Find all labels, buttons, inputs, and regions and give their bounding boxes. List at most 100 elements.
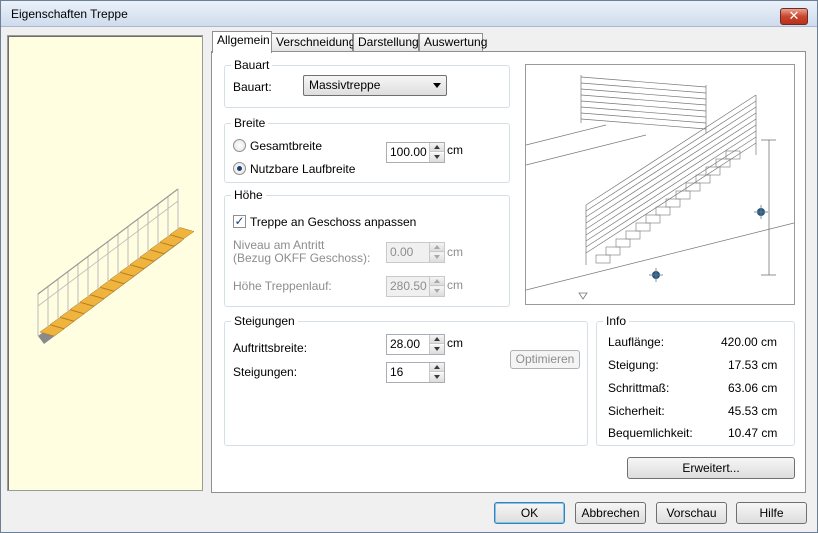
info-label: Sicherheit: [608,404,665,418]
level-triangle-icon [578,292,588,300]
lauf-label: Höhe Treppenlauf: [233,279,332,293]
abbrechen-button[interactable]: Abbrechen [575,502,646,524]
landing-rail [580,100,707,112]
info-label: Bequemlichkeit: [608,426,693,440]
auftritt-unit: cm [447,336,463,350]
radio-nutzbare-laufbreite[interactable] [233,162,246,175]
tab-verschneidung[interactable]: Verschneidung [271,33,356,52]
spin-down-button[interactable] [430,153,444,162]
breite-unit: cm [447,143,463,157]
niveau-unit: cm [447,245,463,259]
stair-step [625,230,641,240]
niveau-input[interactable]: 0.00 [386,242,445,263]
stair-step [595,254,611,264]
radio-gesamtbreite[interactable] [233,139,246,152]
breite-value: 100.00 [390,145,427,159]
tab-label: Allgemein [217,33,270,47]
spin-up-button[interactable] [430,335,444,344]
niveau-label-sub: (Bezug OKFF Geschoss): [233,251,371,265]
tab-label: Verschneidung [276,35,356,49]
spin-down-button[interactable] [430,253,444,262]
abbrechen-label: Abbrechen [581,506,640,520]
lauf-value: 280.50 [390,279,427,293]
optimieren-button[interactable]: Optimieren [510,350,580,369]
radio-nutzbare-laufbreite-label[interactable]: Nutzbare Laufbreite [250,162,355,176]
ok-label: OK [520,506,539,520]
group-steigungen: Steigungen Auftrittsbreite: 28.00 cm Ste… [224,314,588,446]
landing-rail [580,106,707,118]
landing-rail [580,94,707,106]
flight-rail [585,100,757,212]
bauart-dropdown[interactable]: Massivtreppe [303,75,447,96]
ok-button[interactable]: OK [494,502,565,524]
steigungen-count-label: Steigungen: [233,365,298,379]
info-value: 420.00 cm [721,335,778,349]
floor-line [525,222,795,291]
spin-up-button[interactable] [430,363,444,372]
close-icon: ✕ [788,8,800,23]
close-button[interactable]: ✕ [780,8,808,25]
stair-step [645,214,661,224]
group-label: Breite [231,116,269,130]
tab-darstellung[interactable]: Darstellung [353,33,419,52]
steigungen-count-input[interactable]: 16 [386,362,445,383]
optimieren-label: Optimieren [515,352,575,366]
erweitert-button[interactable]: Erweitert... [627,457,795,479]
lauf-unit: cm [447,278,463,292]
spin-up-button[interactable] [430,243,444,252]
group-bauart: Bauart Bauart: Massivtreppe [224,58,510,108]
spin-up-button[interactable] [430,143,444,152]
stair-step [695,174,711,184]
spin-down-button[interactable] [430,287,444,296]
lauf-input[interactable]: 280.50 [386,276,445,297]
group-info: Info Lauflänge: 420.00 cm Steigung: 17.5… [596,314,795,446]
tab-label: Darstellung [358,35,419,49]
erweitert-label: Erweitert... [682,461,740,475]
stair-3d-preview[interactable] [7,35,203,491]
auftritt-value: 28.00 [390,337,421,351]
floor-line [525,124,607,146]
flight-rail [585,136,757,248]
radio-gesamtbreite-label[interactable]: Gesamtbreite [250,139,322,153]
info-label: Schrittmaß: [608,381,670,395]
checkbox-treppe-anpassen[interactable]: ✓ [233,215,246,228]
info-value: 17.53 cm [728,358,778,372]
bauart-label: Bauart: [233,80,272,94]
dialog-window: Eigenschaften Treppe ✕ Allgemein Verschn… [0,0,818,533]
floor-line [525,134,647,166]
auftritt-input[interactable]: 28.00 [386,334,445,355]
tab-allgemein[interactable]: Allgemein [212,31,272,53]
info-value: 45.53 cm [728,404,778,418]
stair-step [615,238,631,248]
chevron-down-icon [433,83,441,88]
group-hoehe: Höhe ✓ Treppe an Geschoss anpassen Nivea… [224,188,510,307]
group-label: Steigungen [231,314,298,328]
tab-panel-allgemein: Bauart Bauart: Massivtreppe Breite Gesam… [211,51,806,493]
stair-section-render [525,75,795,300]
tab-auswertung[interactable]: Auswertung [419,33,487,52]
flight-rail [585,112,757,224]
hilfe-button[interactable]: Hilfe [736,502,807,524]
landing-rail [580,118,707,130]
spin-down-button[interactable] [430,345,444,354]
flight-rail [585,142,757,254]
landing-rail [580,112,707,124]
flight-rail [585,94,757,206]
breite-input[interactable]: 100.00 [386,142,445,163]
hilfe-label: Hilfe [759,506,784,520]
vorschau-button[interactable]: Vorschau [656,502,727,524]
niveau-label: Niveau am Antritt [233,238,325,252]
title-bar[interactable]: Eigenschaften Treppe ✕ [1,1,817,27]
auftritt-label: Auftrittsbreite: [233,341,308,355]
checkbox-treppe-anpassen-label[interactable]: Treppe an Geschoss anpassen [250,215,416,229]
tab-label: Auswertung [424,35,488,49]
flight-rail [585,130,757,242]
landing-rail [580,76,707,88]
stair-3d-render [37,188,195,344]
bauart-value: Massivtreppe [309,78,381,92]
spin-down-button[interactable] [430,373,444,382]
info-label: Steigung: [608,358,659,372]
flight-rail [585,106,757,218]
landing-rail [580,88,707,100]
spin-up-button[interactable] [430,277,444,286]
